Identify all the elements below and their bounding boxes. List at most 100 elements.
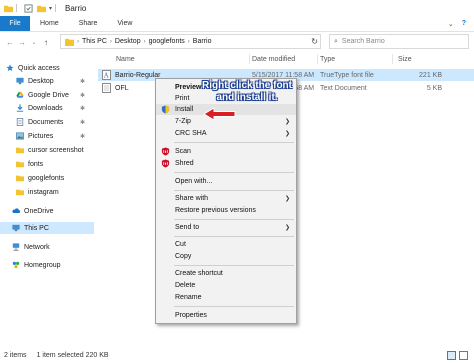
column-separator[interactable] xyxy=(317,54,318,64)
breadcrumb-barrio[interactable]: Barrio xyxy=(193,38,212,45)
title-bar: ▾ Barrio xyxy=(0,0,474,16)
nav-item-google-drive[interactable]: Google Drive ✱ xyxy=(16,89,94,101)
large-icons-view-icon[interactable] xyxy=(459,351,468,360)
column-header-date-modified[interactable]: Date modified xyxy=(252,52,295,66)
nav-item-instagram[interactable]: instagram xyxy=(16,186,94,198)
nav-item-googlefonts[interactable]: googlefonts xyxy=(16,172,94,184)
nav-item-label: Network xyxy=(24,243,50,251)
quick-access-dropdown-icon[interactable]: ▾ xyxy=(49,5,52,12)
status-selection: 1 item selected 220 KB xyxy=(36,352,109,359)
tab-home[interactable]: Home xyxy=(30,16,69,31)
pin-icon[interactable]: ✱ xyxy=(80,133,85,140)
column-header-name[interactable]: Name xyxy=(116,52,135,66)
tab-view[interactable]: View xyxy=(107,16,142,31)
nav-item-this-pc[interactable]: This PC xyxy=(0,222,94,234)
nav-item-label: cursor screenshot xyxy=(28,146,84,154)
menu-item-copy[interactable]: Copy xyxy=(156,251,296,262)
nav-item-quick-access[interactable]: Quick access xyxy=(6,62,94,74)
nav-item-downloads[interactable]: Downloads ✱ xyxy=(16,102,94,114)
column-separator[interactable] xyxy=(392,54,393,64)
google-drive-icon xyxy=(16,91,24,98)
mcafee-icon xyxy=(161,147,170,156)
properties-icon[interactable] xyxy=(24,3,33,13)
menu-item-shred[interactable]: Shred xyxy=(156,158,296,169)
details-view-icon[interactable] xyxy=(447,351,456,360)
menu-item-label: Share with xyxy=(175,195,209,202)
menu-item-label: Open with... xyxy=(175,178,213,185)
nav-item-label: OneDrive xyxy=(24,207,54,215)
breadcrumb-separator-icon[interactable]: › xyxy=(77,39,79,45)
text-file-icon xyxy=(102,83,111,93)
search-placeholder: Search Barrio xyxy=(341,38,385,45)
breadcrumb-separator-icon[interactable]: › xyxy=(144,39,146,45)
refresh-icon[interactable]: ↻ xyxy=(311,37,318,46)
tab-share[interactable]: Share xyxy=(69,16,108,31)
nav-item-homegroup[interactable]: Homegroup xyxy=(12,259,94,271)
address-bar[interactable]: › This PC › Desktop › googlefonts › Barr… xyxy=(60,34,321,49)
nav-item-onedrive[interactable]: OneDrive xyxy=(12,205,94,217)
menu-item-open-with[interactable]: Open with... xyxy=(156,176,296,187)
help-icon[interactable]: ? xyxy=(462,20,466,27)
network-icon xyxy=(12,243,20,251)
nav-item-fonts[interactable]: fonts xyxy=(16,158,94,170)
submenu-arrow-icon: ❯ xyxy=(284,225,290,231)
documents-icon xyxy=(16,118,24,126)
nav-item-label: fonts xyxy=(28,160,44,168)
breadcrumb-separator-icon[interactable]: › xyxy=(110,39,112,45)
star-icon xyxy=(6,64,14,72)
mcafee-icon xyxy=(161,159,170,168)
menu-item-crc-sha[interactable]: CRC SHA ❯ xyxy=(156,128,296,139)
up-arrow-icon[interactable]: ↑ xyxy=(40,36,52,48)
menu-item-rename[interactable]: Rename xyxy=(156,292,296,303)
menu-item-label: CRC SHA xyxy=(175,130,207,137)
menu-item-label: Cut xyxy=(175,241,186,248)
breadcrumb-googlefonts[interactable]: googlefonts xyxy=(149,38,185,45)
nav-item-documents[interactable]: Documents ✱ xyxy=(16,116,94,128)
menu-item-delete[interactable]: Delete xyxy=(156,280,296,291)
menu-item-cut[interactable]: Cut xyxy=(156,239,296,250)
menu-separator xyxy=(174,190,294,191)
svg-text:A: A xyxy=(103,73,109,80)
font-file-icon: A xyxy=(102,70,111,80)
file-size: 221 KB xyxy=(419,71,442,79)
menu-item-scan[interactable]: Scan xyxy=(156,146,296,157)
file-name-cell: OFL xyxy=(102,82,129,94)
menu-item-label: Scan xyxy=(175,148,191,155)
menu-item-share-with[interactable]: Share with ❯ xyxy=(156,193,296,204)
column-separator[interactable] xyxy=(249,54,250,64)
folder-icon xyxy=(65,38,74,46)
pin-icon[interactable]: ✱ xyxy=(80,78,85,85)
nav-item-cursor-screenshot[interactable]: cursor screenshot xyxy=(16,144,94,156)
address-row: ← → ⌄ ↑ › This PC › Desktop › googlefont… xyxy=(0,32,474,52)
search-input[interactable]: ⌕ Search Barrio xyxy=(329,34,469,49)
column-header-size[interactable]: Size xyxy=(398,52,412,66)
breadcrumb-separator-icon[interactable]: › xyxy=(188,39,190,45)
pin-icon[interactable]: ✱ xyxy=(80,119,85,126)
nav-item-network[interactable]: Network xyxy=(12,241,94,253)
breadcrumb-desktop[interactable]: Desktop xyxy=(115,38,141,45)
new-folder-icon[interactable] xyxy=(37,4,46,13)
pin-icon[interactable]: ✱ xyxy=(80,92,85,99)
recent-locations-icon[interactable]: ⌄ xyxy=(28,36,40,48)
column-header-type[interactable]: Type xyxy=(320,52,335,66)
pin-icon[interactable]: ✱ xyxy=(80,105,85,112)
tab-file[interactable]: File xyxy=(0,16,30,31)
chevron-down-icon[interactable]: ⌄ xyxy=(448,20,454,28)
menu-item-label: Print xyxy=(175,95,190,102)
red-arrow-icon xyxy=(203,107,236,121)
menu-item-send-to[interactable]: Send to ❯ xyxy=(156,222,296,233)
menu-item-label: Rename xyxy=(175,294,202,301)
nav-item-pictures[interactable]: Pictures ✱ xyxy=(16,130,94,142)
breadcrumb-this-pc[interactable]: This PC xyxy=(82,38,107,45)
view-toggle xyxy=(447,351,468,360)
menu-item-restore-previous-versions[interactable]: Restore previous versions xyxy=(156,205,296,216)
nav-item-desktop[interactable]: Desktop ✱ xyxy=(16,75,94,87)
back-arrow-icon[interactable]: ← xyxy=(4,36,16,48)
nav-item-label: This PC xyxy=(24,224,49,232)
menu-item-label: 7-Zip xyxy=(175,118,191,125)
forward-arrow-icon[interactable]: → xyxy=(16,36,28,48)
menu-item-properties[interactable]: Properties xyxy=(156,310,296,321)
this-pc-icon xyxy=(12,224,20,232)
menu-item-create-shortcut[interactable]: Create shortcut xyxy=(156,268,296,279)
nav-item-label: Pictures xyxy=(28,132,54,140)
